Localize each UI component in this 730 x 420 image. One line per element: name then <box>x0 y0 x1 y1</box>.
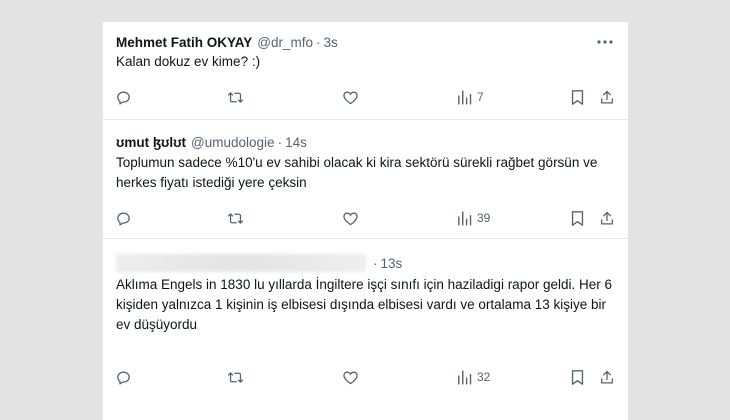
share-button[interactable] <box>599 367 615 387</box>
timeline: Mehmet Fatih OKYAY @dr_mfo · 3s Kalan do… <box>103 22 628 420</box>
tweet-header: Mehmet Fatih OKYAY @dr_mfo · 3s <box>116 32 338 52</box>
views-chart-icon <box>458 210 472 226</box>
tweet[interactable]: · 13s Aklıma Engels in 1830 lu yıllarda … <box>103 253 628 385</box>
blurred-author-name <box>116 254 366 272</box>
share-icon <box>601 370 613 383</box>
tweet[interactable]: ʊmut ɮʊlʊt @umudologie · 14s Toplumun sa… <box>103 132 628 228</box>
author-name[interactable]: Mehmet Fatih OKYAY <box>116 35 252 50</box>
view-count: 7 <box>477 90 484 104</box>
retweet-button[interactable] <box>226 367 245 387</box>
like-button[interactable] <box>342 87 359 107</box>
more-dots-icon <box>597 40 613 44</box>
separator-dot: · <box>373 255 378 271</box>
reply-button[interactable] <box>115 87 132 107</box>
retweet-button[interactable] <box>226 87 245 107</box>
bookmark-button[interactable] <box>570 367 585 387</box>
views-button[interactable]: 7 <box>456 87 484 107</box>
like-button[interactable] <box>342 367 359 387</box>
reply-icon <box>117 91 130 105</box>
tweet-header: ʊmut ɮʊlʊt @umudologie · 14s <box>116 132 307 152</box>
retweet-icon <box>227 91 244 103</box>
tweet-actions: 39 <box>103 208 628 228</box>
share-icon <box>601 90 613 103</box>
retweet-icon <box>227 212 244 224</box>
reply-button[interactable] <box>115 208 132 228</box>
retweet-icon <box>227 371 244 383</box>
bookmark-button[interactable] <box>570 208 585 228</box>
bookmark-icon <box>571 210 584 226</box>
bookmark-icon <box>571 89 584 105</box>
bookmark-icon <box>571 369 584 385</box>
views-chart-icon <box>458 369 472 385</box>
tweet-text: Toplumun sadece %10'u ev sahibi olacak k… <box>116 155 598 190</box>
tweet-text: Aklıma Engels in 1830 lu yıllarda İngilt… <box>116 277 612 332</box>
reply-icon <box>117 212 130 226</box>
tweet-divider <box>103 238 628 239</box>
tweet-divider <box>103 119 628 120</box>
views-button[interactable]: 39 <box>456 208 490 228</box>
heart-icon <box>343 91 358 104</box>
share-button[interactable] <box>599 208 615 228</box>
retweet-button[interactable] <box>226 208 245 228</box>
author-handle[interactable]: @dr_mfo <box>257 35 313 50</box>
author-name[interactable]: ʊmut ɮʊlʊt <box>116 135 186 150</box>
like-button[interactable] <box>342 208 359 228</box>
view-count: 39 <box>477 211 491 225</box>
tweet-actions: 7 <box>103 87 628 107</box>
share-icon <box>601 211 613 224</box>
heart-icon <box>343 371 358 384</box>
timestamp[interactable]: 3s <box>324 35 338 50</box>
more-options-button[interactable] <box>594 32 616 52</box>
heart-icon <box>343 212 358 225</box>
tweet-actions: 32 <box>103 367 628 387</box>
reply-button[interactable] <box>115 367 132 387</box>
separator-dot: · <box>316 34 321 50</box>
view-count: 32 <box>477 370 491 384</box>
tweet-header: · 13s <box>116 253 402 273</box>
bookmark-button[interactable] <box>570 87 585 107</box>
tweet-text: Kalan dokuz ev kime? :) <box>116 54 261 69</box>
separator-dot: · <box>277 134 283 150</box>
timestamp[interactable]: 14s <box>285 135 307 150</box>
views-chart-icon <box>458 89 472 105</box>
timestamp[interactable]: 13s <box>381 256 403 271</box>
author-handle[interactable]: @umudologie <box>191 135 275 150</box>
reply-icon <box>117 371 130 385</box>
tweet[interactable]: Mehmet Fatih OKYAY @dr_mfo · 3s Kalan do… <box>103 32 628 118</box>
views-button[interactable]: 32 <box>456 367 490 387</box>
share-button[interactable] <box>599 87 615 107</box>
